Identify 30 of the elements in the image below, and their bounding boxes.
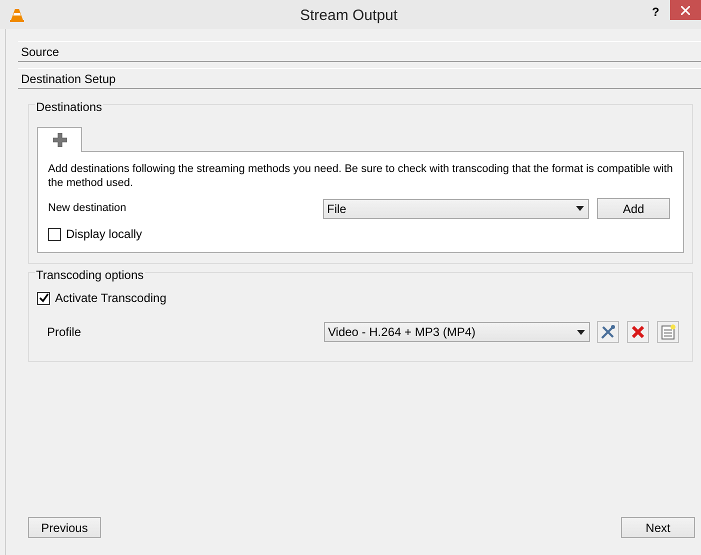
close-icon [681,6,690,14]
help-button[interactable]: ? [652,3,660,21]
checkbox-label: Display locally [66,226,142,243]
section-header[interactable]: Destination Setup [18,68,701,89]
profile-label: Profile [47,324,82,341]
checkbox[interactable] [37,292,50,304]
new-profile-button[interactable] [657,321,679,343]
checkbox[interactable] [48,228,61,240]
next-button[interactable]: Next [621,517,695,538]
close-button[interactable] [670,0,701,20]
traffic-cone-icon [10,8,24,22]
profile-dropdown[interactable]: Video - H.264 + MP3 (MP4) [324,322,590,342]
section-header[interactable]: Source [18,41,701,62]
dropdown-arrow-icon [577,330,585,334]
checkmark-icon [38,293,48,303]
delete-icon [631,325,645,339]
plus-icon [52,133,66,147]
edit-profile-button[interactable] [597,321,619,343]
document-icon [660,324,676,340]
add-button[interactable]: Add [597,198,670,219]
new-destination-label: New destination [48,201,128,216]
previous-button[interactable]: Previous [28,517,101,538]
tools-icon [600,324,616,340]
add-tab[interactable] [37,127,82,152]
dropdown-arrow-icon [576,206,584,211]
delete-profile-button[interactable] [627,321,649,343]
window-title: Stream Output [300,6,398,26]
description-text: Add destinations following the streaming methods you need. Be sure to check with transcoding that the format is compatible with the method used. [48,162,673,190]
checkbox-label: Activate Transcoding [55,290,166,307]
method-dropdown[interactable]: File [323,198,589,218]
